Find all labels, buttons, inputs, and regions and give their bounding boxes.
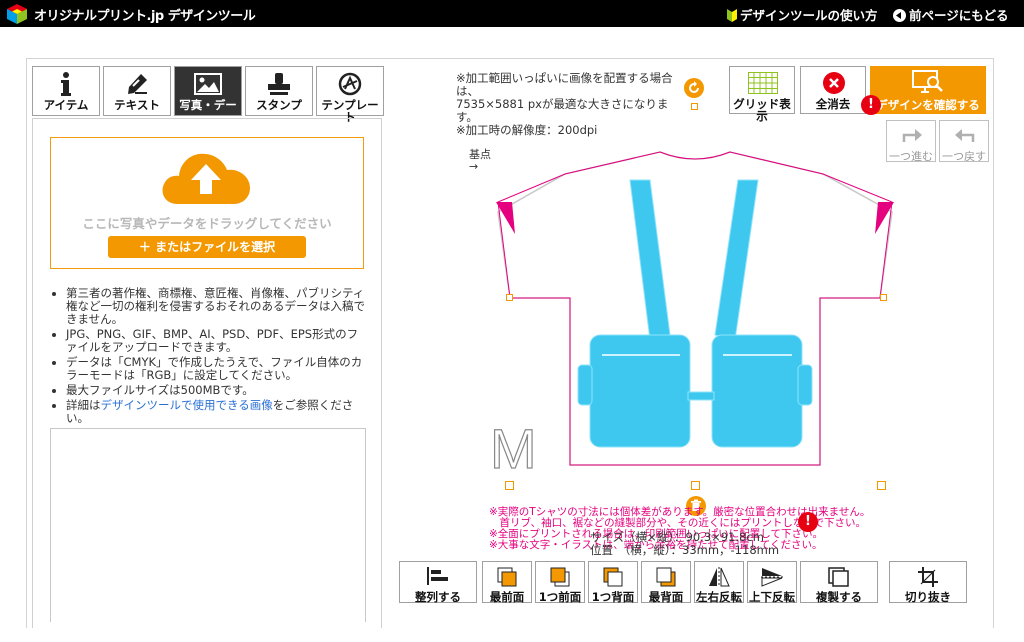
undo-label: 一つ戻す bbox=[942, 150, 986, 163]
flip-horizontal-icon bbox=[709, 567, 730, 587]
tab-template[interactable]: テンプレー ト bbox=[316, 66, 384, 123]
image-icon bbox=[194, 73, 222, 95]
crop-button[interactable]: 切り抜き bbox=[889, 561, 967, 604]
bring-forward-button[interactable]: 1つ前面 bbox=[535, 561, 585, 604]
back-link-label: 前ページにもどる bbox=[909, 8, 1009, 23]
tab-item[interactable]: アイテム bbox=[32, 66, 100, 116]
clear-all-button[interactable]: 全消去 bbox=[800, 66, 866, 114]
bring-forward-label: 1つ前面 bbox=[538, 590, 582, 604]
tab-text-label: テキスト bbox=[114, 98, 160, 112]
tab-item-label: アイテム bbox=[43, 98, 89, 112]
logo-text[interactable]: オリジナルプリント.jp デザインツール bbox=[34, 5, 256, 24]
tab-photo-data-label: 写真・デー bbox=[179, 98, 237, 112]
tab-text[interactable]: テキスト bbox=[103, 66, 171, 116]
duplicate-label: 複製する bbox=[816, 590, 862, 604]
usable-images-link[interactable]: デザインツールで使用できる画像 bbox=[101, 398, 273, 412]
close-circle-icon bbox=[823, 72, 845, 94]
resize-handle[interactable] bbox=[505, 481, 514, 490]
info-line: ※加工時の解像度：200dpi bbox=[456, 123, 598, 137]
flip-horizontal-label: 左右反転 bbox=[696, 590, 742, 604]
send-backward-label: 1つ背面 bbox=[591, 590, 635, 604]
resize-handle[interactable] bbox=[691, 103, 698, 110]
send-to-back-label: 最背面 bbox=[648, 590, 684, 604]
note-item: 第三者の著作権、商標権、意匠権、肖像権、パブリシティ権など一切の権利を侵害するお… bbox=[66, 287, 368, 326]
tab-stamp[interactable]: スタンプ bbox=[245, 66, 313, 116]
send-backward-button[interactable]: 1つ背面 bbox=[588, 561, 638, 604]
undo-button[interactable]: 一つ戻す bbox=[939, 120, 989, 163]
align-button[interactable]: 整列する bbox=[399, 561, 477, 604]
alert-icon: ! bbox=[861, 95, 881, 115]
alert-icon: ! bbox=[798, 512, 818, 532]
bring-to-front-button[interactable]: 最前面 bbox=[482, 561, 532, 604]
note-item: データは「CMYK」で作成したうえで、ファイル自体のカラーモードは「RGB」に設… bbox=[66, 356, 368, 382]
duplicate-button[interactable]: 複製する bbox=[800, 561, 878, 604]
logo-cube-icon bbox=[7, 4, 27, 24]
flip-vertical-button[interactable]: 上下反転 bbox=[747, 561, 797, 604]
tshirt-canvas: M bbox=[489, 151, 894, 481]
upload-notes: 第三者の著作権、商標権、意匠権、肖像権、パブリシティ権など一切の権利を侵害するお… bbox=[50, 287, 368, 427]
grid-icon bbox=[748, 72, 778, 94]
back-arrow-icon bbox=[893, 9, 906, 25]
position-readout: 位置 （横，縦）：33mm，-118mm bbox=[590, 543, 780, 557]
tshirt-outline bbox=[497, 151, 893, 466]
grid-button-label: グリッド表示 bbox=[733, 97, 791, 123]
uploaded-images-list[interactable] bbox=[50, 428, 366, 622]
send-back-icon bbox=[656, 567, 676, 587]
tab-photo-data[interactable]: 写真・デー bbox=[174, 66, 242, 116]
note-item: JPG、PNG、GIF、BMP、AI、PSD、PDF、EPS形式のファイルをアッ… bbox=[66, 328, 368, 354]
upload-dropzone[interactable]: ここに写真やデータをドラッグしてください ＋ またはファイルを選択 bbox=[50, 137, 364, 269]
howto-link[interactable]: デザインツールの使い方 bbox=[727, 5, 878, 25]
back-link[interactable]: 前ページにもどる bbox=[893, 5, 1009, 25]
beginner-icon bbox=[727, 9, 737, 25]
resize-handle[interactable] bbox=[877, 481, 886, 490]
clear-all-label: 全消去 bbox=[815, 97, 851, 111]
howto-link-label: デザインツールの使い方 bbox=[740, 8, 878, 23]
detail-prefix: 詳細は bbox=[66, 398, 101, 412]
bring-front-icon bbox=[497, 567, 517, 587]
resize-handle[interactable] bbox=[691, 481, 700, 490]
info-line: 7535×5881 pxが最適な大きさになります。 bbox=[456, 97, 669, 124]
size-position-info: サイズ（横×縦）：90.3×91.8cm 位置 （横，縦）：33mm，-118mm bbox=[590, 531, 779, 557]
pen-icon bbox=[128, 74, 147, 94]
resize-handle[interactable] bbox=[506, 294, 513, 301]
duplicate-icon bbox=[828, 567, 849, 587]
send-backward-icon bbox=[603, 567, 623, 587]
top-bar: オリジナルプリント.jp デザインツール デザインツールの使い方 前ページにもど… bbox=[0, 0, 1024, 27]
tab-stamp-label: スタンプ bbox=[256, 98, 302, 112]
drop-text: ここに写真やデータをドラッグしてください bbox=[82, 216, 332, 231]
bring-forward-icon bbox=[550, 567, 570, 587]
info-line: ※加工範囲いっぱいに画像を配置する場合は、 bbox=[456, 71, 673, 98]
align-label: 整列する bbox=[415, 590, 461, 604]
cloud-upload-icon bbox=[162, 153, 250, 204]
note-item: 最大ファイルサイズは500MBです。 bbox=[66, 384, 368, 397]
undo-icon bbox=[955, 129, 975, 142]
confirm-design-button[interactable]: デザインを確認する bbox=[870, 66, 986, 114]
grid-button[interactable]: グリッド表示 bbox=[729, 66, 795, 122]
select-file-button[interactable]: ＋ またはファイルを選択 bbox=[108, 236, 306, 258]
flip-vertical-label: 上下反転 bbox=[749, 590, 795, 604]
flip-vertical-icon bbox=[761, 568, 783, 587]
note-item-detail: 詳細はデザインツールで使用できる画像をご参照ください。 bbox=[66, 399, 368, 425]
stamp-icon bbox=[268, 73, 290, 95]
crop-icon bbox=[918, 567, 938, 587]
resize-handle[interactable] bbox=[880, 294, 887, 301]
size-letter: M bbox=[490, 417, 537, 480]
resolution-info: ※加工範囲いっぱいに画像を配置する場合は、 7535×5881 pxが最適な大き… bbox=[456, 72, 681, 137]
monitor-search-icon bbox=[912, 70, 943, 93]
align-icon bbox=[427, 567, 448, 585]
confirm-design-label: デザインを確認する bbox=[876, 98, 980, 112]
flip-horizontal-button[interactable]: 左右反転 bbox=[694, 561, 744, 604]
crop-label: 切り抜き bbox=[905, 590, 951, 604]
info-icon bbox=[61, 72, 71, 96]
template-icon bbox=[338, 72, 362, 96]
send-to-back-button[interactable]: 最背面 bbox=[641, 561, 691, 604]
bring-to-front-label: 最前面 bbox=[489, 590, 525, 604]
rotate-icon[interactable] bbox=[684, 78, 704, 98]
